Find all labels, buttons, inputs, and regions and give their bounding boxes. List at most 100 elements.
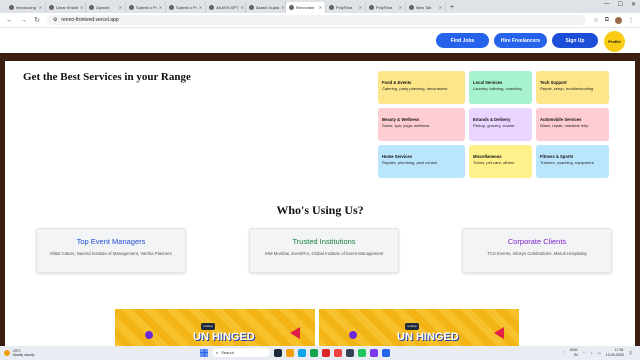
browser-menu-icon[interactable]: ⋮: [628, 17, 634, 24]
reload-icon[interactable]: ↻: [34, 16, 40, 24]
tray-chevron-icon[interactable]: ⌃: [562, 351, 565, 355]
tab-label: Umar Khalid: [56, 5, 79, 10]
tab-label: New Tab: [416, 5, 432, 10]
category-card[interactable]: Home Services Repairs, plumbing, pest con…: [378, 145, 465, 178]
tab-label: Submit a Pr: [136, 5, 157, 10]
tab-favicon-icon: [369, 5, 374, 10]
category-card[interactable]: Automobile Services Wash, repair, roadsid…: [536, 108, 609, 141]
profile-button[interactable]: Profile: [604, 31, 625, 52]
browser-tab[interactable]: PolyFlixa ✕: [326, 2, 366, 13]
hire-freelancers-button[interactable]: Hire Freelancers: [494, 33, 547, 48]
category-card[interactable]: Beauty & Wellness Salon, spa, yoga, welln…: [378, 108, 465, 141]
category-card[interactable]: Fitness & Sports Trainers, coaching, equi…: [536, 145, 609, 178]
category-card[interactable]: Errands & Delivery Pickup, grocery, couri…: [469, 108, 532, 141]
extensions-icon[interactable]: ⧉: [605, 17, 609, 24]
app-icon[interactable]: [346, 348, 354, 357]
windows-start-icon[interactable]: [200, 348, 208, 357]
sign-up-button[interactable]: Sign Up: [552, 33, 598, 48]
tab-close-icon[interactable]: ✕: [119, 5, 122, 10]
app-icon[interactable]: [310, 348, 318, 357]
banner-decoration: [349, 331, 357, 339]
tab-close-icon[interactable]: ✕: [439, 5, 442, 10]
whatsapp-icon[interactable]: [358, 348, 366, 357]
category-desc: Laundry, tailoring, coaching: [473, 86, 522, 91]
tab-close-icon[interactable]: ✕: [281, 5, 284, 10]
browser-tab[interactable]: New Tab ✕: [406, 2, 446, 13]
edge-icon[interactable]: [298, 348, 306, 357]
hero-title: Get the Best Services in your Range: [23, 71, 191, 83]
language-indicator[interactable]: ENG IN: [570, 348, 578, 358]
client-card-desc: Mittal Caters, Naemd Institute of Manage…: [50, 251, 172, 256]
category-title: Local Services: [473, 80, 503, 85]
battery-icon[interactable]: ▭: [597, 351, 600, 355]
browser-tab-active[interactable]: Renovator ✕: [286, 2, 326, 13]
forward-icon[interactable]: →: [20, 17, 27, 24]
tab-close-icon[interactable]: ✕: [199, 5, 202, 10]
browser-tab[interactable]: Umar Khalid ✕: [46, 2, 86, 13]
tab-favicon-icon: [249, 5, 254, 10]
tab-close-icon[interactable]: ✕: [39, 5, 42, 10]
notifications-icon[interactable]: ◫: [629, 351, 632, 355]
close-window-icon[interactable]: ✕: [631, 1, 636, 8]
browser-tab[interactable]: Submit a Pr ✕: [166, 2, 206, 13]
tab-favicon-icon: [169, 5, 174, 10]
file-explorer-icon[interactable]: [286, 348, 294, 357]
tab-close-icon[interactable]: ✕: [241, 5, 244, 10]
client-card: Top Event Managers Mittal Caters, Naemd …: [36, 228, 186, 273]
tab-close-icon[interactable]: ✕: [359, 5, 362, 10]
tab-favicon-icon: [9, 5, 14, 10]
browser-tab[interactable]: Upwork ✕: [86, 2, 126, 13]
category-card[interactable]: Miscellaneous Tutors, pet care, others: [469, 145, 532, 178]
region-label: IN: [574, 353, 578, 357]
maximize-icon[interactable]: ☐: [618, 1, 623, 8]
window-controls: — ☐ ✕: [604, 1, 636, 8]
client-card-title: Trusted Institutions: [292, 237, 356, 246]
tab-label: Akash Gupta: [256, 5, 280, 10]
chrome-icon[interactable]: [334, 348, 342, 357]
app-icon[interactable]: [322, 348, 330, 357]
category-card[interactable]: Food & Events Catering, party planning, d…: [378, 71, 465, 104]
banner-text: UN HINGED: [193, 331, 255, 343]
category-desc: Trainers, coaching, equipment: [540, 160, 594, 165]
category-card[interactable]: Local Services Laundry, tailoring, coachi…: [469, 71, 532, 104]
app-icon[interactable]: [274, 348, 282, 357]
find-jobs-button[interactable]: Find Jobs: [436, 33, 489, 48]
tab-close-icon[interactable]: ✕: [80, 5, 83, 10]
tab-close-icon[interactable]: ✕: [159, 5, 162, 10]
browser-tab[interactable]: Submit a Pr ✕: [126, 2, 166, 13]
client-card-desc: IHM Mumbai, EventPro, Global Institute o…: [264, 251, 384, 256]
browser-tab[interactable]: PolyFlixa ✕: [366, 2, 406, 13]
category-title: Fitness & Sports: [540, 154, 574, 159]
taskbar-search[interactable]: ⌕ Search: [212, 348, 270, 357]
browser-tab[interactable]: Introducing ✕: [6, 2, 46, 13]
vscode-icon[interactable]: [382, 348, 390, 357]
bookmark-star-icon[interactable]: ☆: [593, 17, 598, 24]
back-icon[interactable]: ←: [6, 17, 13, 24]
browser-tab[interactable]: Akash Gupta ✕: [246, 2, 286, 13]
category-card[interactable]: Tech Support Repair, setup, troubleshooti…: [536, 71, 609, 104]
tab-label: Introducing: [16, 5, 36, 10]
url-text: renno-frontend.vercel.app: [61, 17, 119, 23]
site-header: Find Jobs Hire Freelancers Sign Up Profi…: [0, 28, 640, 53]
tab-label: Renovator: [296, 5, 315, 10]
tab-close-icon[interactable]: ✕: [319, 5, 322, 10]
system-tray: ⌃ ENG IN ◠ ♪ ▭ 17:51 13-09-2025 ◫: [562, 348, 632, 358]
weather-widget[interactable]: 29°C Mostly cloudy: [4, 349, 64, 357]
tab-close-icon[interactable]: ✕: [399, 5, 402, 10]
category-title: Miscellaneous: [473, 154, 502, 159]
promo-banner[interactable]: unstop UN HINGED: [319, 309, 519, 346]
tab-label: Submit a Pr: [176, 5, 197, 10]
new-tab-icon[interactable]: +: [446, 2, 458, 13]
wifi-icon[interactable]: ◠: [583, 351, 586, 355]
promo-banner[interactable]: unstop UN HINGED: [115, 309, 315, 346]
minimize-icon[interactable]: —: [604, 1, 610, 8]
taskbar-apps: ⌕ Search: [200, 348, 390, 357]
browser-profile-avatar[interactable]: [615, 16, 622, 24]
browser-tab[interactable]: AKASH-SPT ✕: [206, 2, 246, 13]
clock[interactable]: 17:51 13-09-2025: [606, 348, 624, 358]
volume-icon[interactable]: ♪: [591, 351, 593, 355]
url-input[interactable]: ⚙ renno-frontend.vercel.app: [46, 15, 587, 25]
tab-favicon-icon: [329, 5, 334, 10]
site-info-icon[interactable]: ⚙: [53, 17, 57, 23]
app-icon[interactable]: [370, 348, 378, 357]
